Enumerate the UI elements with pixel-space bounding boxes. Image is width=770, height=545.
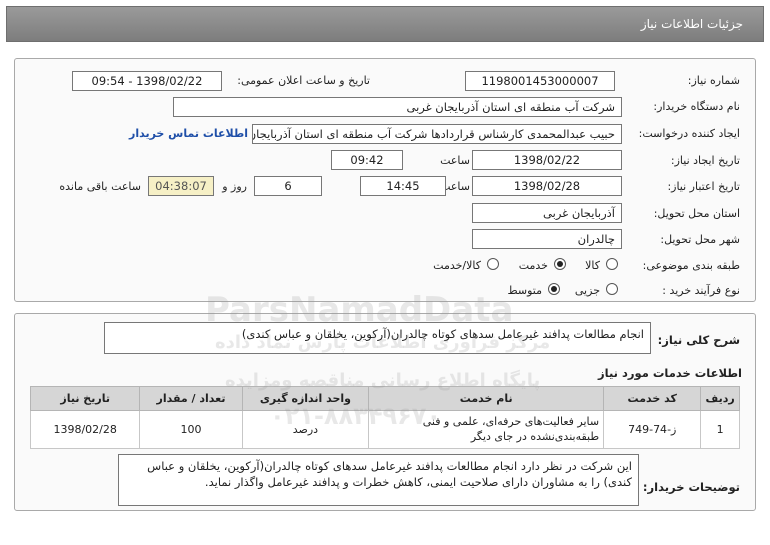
summary-box: انجام مطالعات پدافند غیرعامل سدهای کوتاه… xyxy=(104,322,651,354)
category-goods-service-label: کالا/خدمت xyxy=(433,259,481,272)
col-unit-header: واحد اندازه گیری xyxy=(241,386,370,411)
buyer-desc-label: توضیحات خریدار: xyxy=(642,480,740,494)
services-table-header: ردیف کد خدمت نام خدمت واحد اندازه گیری ت… xyxy=(29,386,740,411)
province-field[interactable]: آذربایجان غربی xyxy=(472,203,622,223)
remaining-time-label: ساعت باقی مانده xyxy=(59,180,141,193)
buyer-desc-box: این شرکت در نظر دارد انجام مطالعات پدافن… xyxy=(118,454,639,506)
remaining-time-field: 04:38:07 xyxy=(148,176,214,196)
service-code-cell: ز-74-749 xyxy=(603,410,702,449)
need-number-label: شماره نیاز: xyxy=(687,74,740,87)
announce-field[interactable]: 1398/02/22 - 09:54 xyxy=(72,71,222,91)
col-code-header: کد خدمت xyxy=(603,386,702,411)
process-label: نوع فرآیند خرید : xyxy=(662,284,740,297)
page-header: جزئیات اطلاعات نیاز xyxy=(6,6,764,42)
days-label: روز و xyxy=(222,180,247,193)
category-service-radio[interactable] xyxy=(554,258,566,270)
process-medium-label: متوسط xyxy=(507,284,542,297)
category-service-label: خدمت xyxy=(518,259,548,272)
buyer-contact-link[interactable]: اطلاعات تماس خریدار xyxy=(129,127,248,140)
created-time-field[interactable]: 09:42 xyxy=(331,150,403,170)
buyer-org-field[interactable]: شرکت آب منطقه ای استان آذربایجان غربی xyxy=(173,97,622,117)
col-date-header: تاریخ نیاز xyxy=(29,386,141,411)
category-goods-label: کالا xyxy=(585,259,600,272)
requester-field[interactable]: حبیب عبدالمحمدی کارشناس قراردادها شرکت آ… xyxy=(252,124,622,144)
buyer-org-label: نام دستگاه خریدار: xyxy=(653,100,740,113)
created-date-label: تاریخ ایجاد نیاز: xyxy=(670,154,740,167)
days-field[interactable]: 6 xyxy=(254,176,322,196)
summary-label: شرح کلی نیاز: xyxy=(657,333,740,347)
row-number-cell: 1 xyxy=(700,410,740,449)
validity-date-label: تاریخ اعتبار نیاز: xyxy=(667,180,740,193)
requester-label: ایجاد کننده درخواست: xyxy=(638,127,740,140)
col-name-header: نام خدمت xyxy=(368,386,605,411)
city-label: شهر محل تحویل: xyxy=(660,233,740,246)
category-goods-service-radio[interactable] xyxy=(487,258,499,270)
created-time-label: ساعت xyxy=(440,154,470,167)
col-qty-header: تعداد / مقدار xyxy=(139,386,243,411)
validity-time-field[interactable]: 14:45 xyxy=(360,176,446,196)
service-name-cell: سایر فعالیت‌های حرفه‌ای، علمی و فنی طبقه… xyxy=(368,410,605,449)
city-field[interactable]: چالدران xyxy=(472,229,622,249)
unit-cell: درصد xyxy=(241,410,370,449)
created-date-field[interactable]: 1398/02/22 xyxy=(472,150,622,170)
category-goods-radio[interactable] xyxy=(606,258,618,270)
process-medium-radio[interactable] xyxy=(548,283,560,295)
page-title: جزئیات اطلاعات نیاز xyxy=(640,17,743,31)
announce-label: تاریخ و ساعت اعلان عمومی: xyxy=(237,74,370,87)
process-minor-label: جزیی xyxy=(574,284,600,297)
province-label: استان محل تحویل: xyxy=(653,207,740,220)
quantity-cell: 100 xyxy=(139,410,243,449)
category-label: طبقه بندی موضوعی: xyxy=(642,259,740,272)
need-number-field[interactable]: 1198001453000007 xyxy=(465,71,615,91)
services-table: ردیف کد خدمت نام خدمت واحد اندازه گیری ت… xyxy=(29,386,740,449)
col-row-header: ردیف xyxy=(700,386,740,411)
process-minor-radio[interactable] xyxy=(606,283,618,295)
table-row[interactable]: 1 ز-74-749 سایر فعالیت‌های حرفه‌ای، علمی… xyxy=(29,410,740,449)
need-date-cell: 1398/02/28 xyxy=(29,410,141,449)
validity-date-field[interactable]: 1398/02/28 xyxy=(472,176,622,196)
services-title: اطلاعات خدمات مورد نیاز xyxy=(598,366,742,380)
